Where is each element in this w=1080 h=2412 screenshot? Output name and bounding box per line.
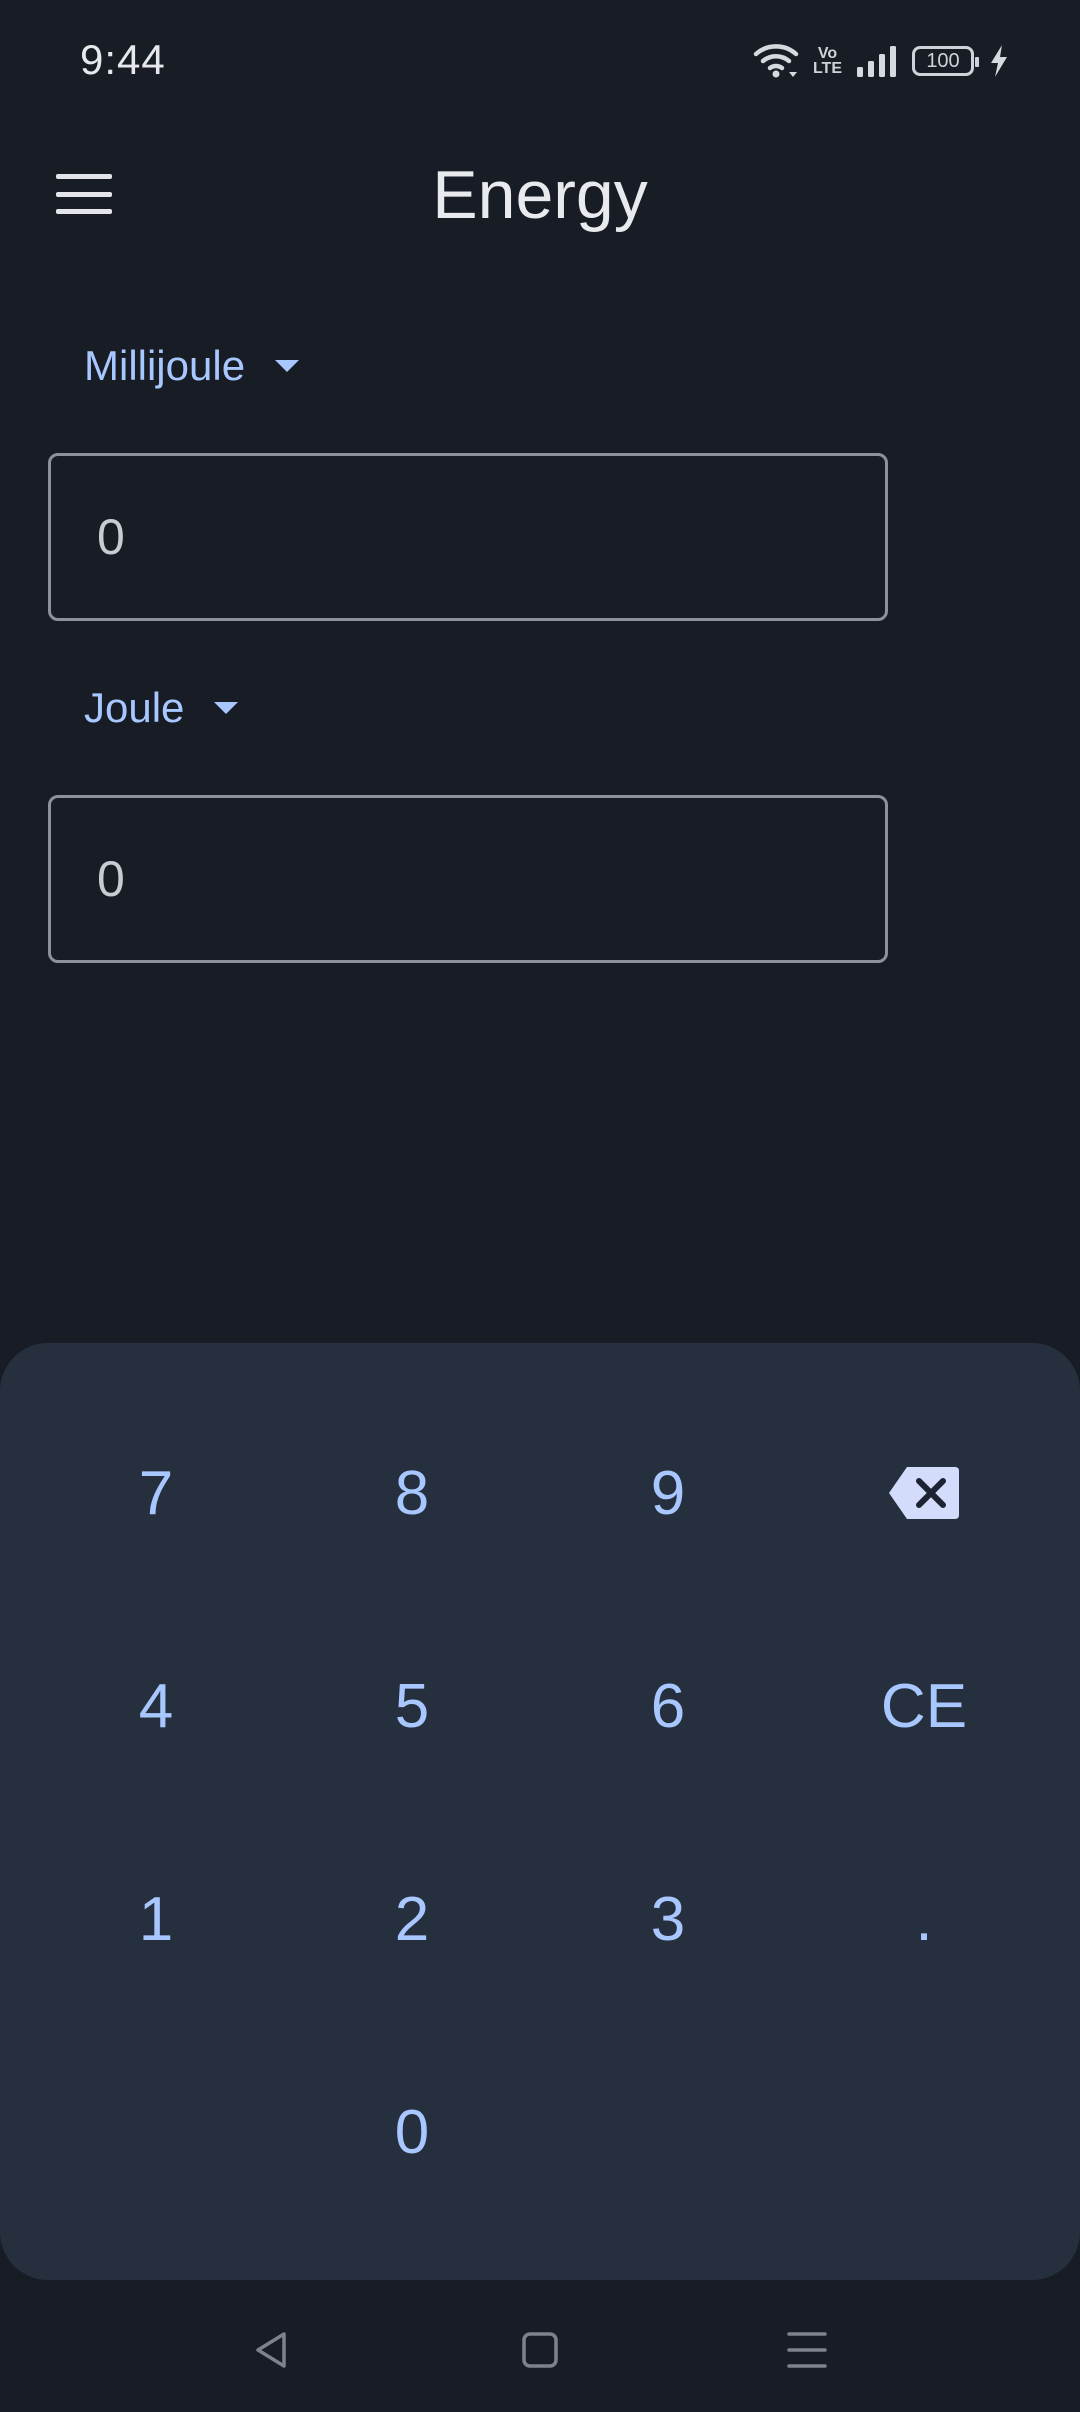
key-3[interactable]: 3 bbox=[540, 1819, 796, 2019]
status-time: 9:44 bbox=[80, 36, 166, 83]
to-value-text: 0 bbox=[97, 851, 125, 907]
from-unit-label: Millijoule bbox=[84, 342, 246, 389]
back-icon[interactable] bbox=[240, 2318, 304, 2382]
from-value-text: 0 bbox=[97, 509, 125, 565]
key-8[interactable]: 8 bbox=[284, 1393, 540, 1593]
status-bar: 9:44 Vo LTE 100 bbox=[0, 0, 1080, 120]
dropdown-arrow-icon bbox=[275, 360, 300, 372]
from-unit-dropdown[interactable]: Millijoule bbox=[84, 342, 300, 390]
signal-icon bbox=[856, 45, 898, 77]
volte-label-top: Vo bbox=[817, 45, 838, 62]
app-bar: Energy bbox=[0, 140, 1080, 250]
wifi-icon bbox=[753, 42, 799, 80]
decimal-point-button[interactable]: . bbox=[796, 1819, 1052, 2019]
backspace-icon bbox=[889, 1467, 959, 1519]
battery-icon: 100 bbox=[912, 46, 979, 76]
key-9[interactable]: 9 bbox=[540, 1393, 796, 1593]
battery-level: 100 bbox=[926, 49, 960, 72]
to-unit-label: Joule bbox=[84, 684, 185, 731]
key-0[interactable]: 0 bbox=[284, 2032, 540, 2232]
page-title: Energy bbox=[432, 157, 648, 233]
home-icon[interactable] bbox=[508, 2318, 572, 2382]
keypad: 7 8 9 4 5 6 CE 1 2 3 . 0 bbox=[0, 1343, 1080, 2280]
dropdown-arrow-icon bbox=[214, 702, 239, 714]
key-1[interactable]: 1 bbox=[28, 1819, 284, 2019]
status-icons: Vo LTE 100 bbox=[753, 42, 1010, 80]
key-6[interactable]: 6 bbox=[540, 1606, 796, 1806]
volte-label-bottom: LTE bbox=[812, 60, 842, 77]
from-value-field[interactable]: 0 bbox=[48, 453, 888, 621]
recents-icon[interactable] bbox=[775, 2318, 839, 2382]
key-7[interactable]: 7 bbox=[28, 1393, 284, 1593]
navigation-bar bbox=[0, 2290, 1080, 2412]
key-2[interactable]: 2 bbox=[284, 1819, 540, 2019]
to-value-field[interactable]: 0 bbox=[48, 795, 888, 963]
volte-icon: Vo LTE bbox=[812, 45, 842, 77]
to-unit-dropdown[interactable]: Joule bbox=[84, 684, 239, 732]
key-4[interactable]: 4 bbox=[28, 1606, 284, 1806]
backspace-button[interactable] bbox=[796, 1393, 1052, 1593]
charging-icon bbox=[988, 44, 1010, 78]
clear-entry-button[interactable]: CE bbox=[796, 1606, 1052, 1806]
key-5[interactable]: 5 bbox=[284, 1606, 540, 1806]
